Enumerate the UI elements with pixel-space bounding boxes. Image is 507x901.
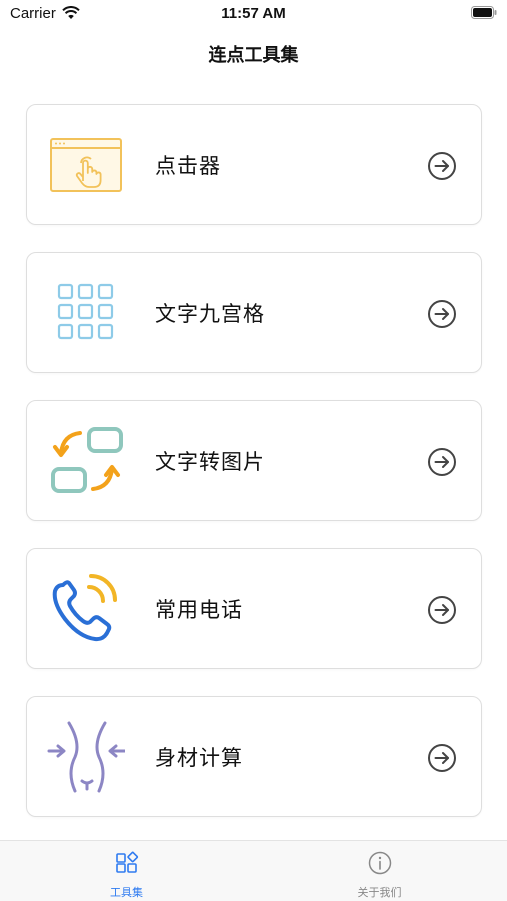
tab-label: 关于我们 [357, 886, 402, 899]
tool-card-text-to-image[interactable]: 文字转图片 [26, 400, 482, 521]
tool-card-text-grid[interactable]: 文字九宫格 [26, 252, 482, 373]
arrow-right-circle-icon [428, 448, 456, 476]
status-time: 11:57 AM [221, 5, 286, 22]
tab-tools[interactable]: 工具集 [0, 841, 253, 901]
arrow-right-circle-icon [428, 300, 456, 328]
tool-list: 点击器 文字九宫格 文字转图片 常用电话 身材计算 [26, 104, 482, 844]
click-window-icon [50, 138, 122, 192]
body-icon [47, 721, 125, 793]
info-icon [368, 851, 392, 875]
tool-label: 文字九宫格 [155, 302, 265, 326]
grid-tab-icon [116, 851, 139, 873]
arrow-right-circle-icon [428, 744, 456, 772]
tab-label: 工具集 [110, 886, 143, 899]
swap-icon [51, 427, 123, 493]
tab-bar: 工具集 关于我们 [0, 840, 507, 901]
tool-label: 常用电话 [155, 598, 243, 622]
arrow-right-circle-icon [428, 152, 456, 180]
tool-label: 身材计算 [155, 746, 243, 770]
tool-label: 文字转图片 [155, 450, 265, 474]
tool-label: 点击器 [155, 154, 221, 178]
tool-card-clicker[interactable]: 点击器 [26, 104, 482, 225]
grid-icon [57, 283, 114, 340]
tool-card-body-calc[interactable]: 身材计算 [26, 696, 482, 817]
tab-about[interactable]: 关于我们 [253, 841, 506, 901]
status-bar: Carrier 11:57 AM [0, 0, 507, 28]
arrow-right-circle-icon [428, 596, 456, 624]
tool-card-phone[interactable]: 常用电话 [26, 548, 482, 669]
page-title: 连点工具集 [208, 45, 299, 66]
battery-icon [471, 6, 497, 19]
phone-icon [52, 574, 117, 642]
